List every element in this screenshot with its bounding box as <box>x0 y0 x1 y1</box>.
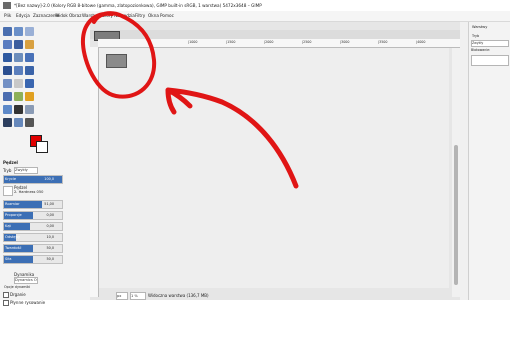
title-bar: *[Bez nazwy]-2.0 (Kolory RGB 8-bitowe (g… <box>0 0 510 11</box>
ruler-tick: |3500 <box>378 40 388 44</box>
ruler-tick: |2500 <box>302 40 312 44</box>
zoom-tool-icon[interactable] <box>25 118 34 127</box>
paths-tool-icon[interactable] <box>14 79 23 88</box>
text-tool-icon[interactable] <box>3 79 12 88</box>
brush-slider[interactable]: Rozmiar 51,00 <box>3 200 63 209</box>
brush-slider-label: Siła <box>5 257 12 261</box>
smooth-stroke-checkbox[interactable] <box>3 300 9 306</box>
brush-slider-value: 10,0 <box>46 235 54 239</box>
brush-slider[interactable]: Kąt 0,00 <box>3 222 63 231</box>
dynamics-select[interactable]: Dynamics Off <box>14 277 38 284</box>
brush-slider-label: Proporcje <box>5 213 22 217</box>
horizontal-ruler: |1000 |1500 |2000 |2500 |3000 |3500 |400… <box>98 39 460 48</box>
layer-mode-label: Tryb <box>472 34 480 38</box>
crop-tool-icon[interactable] <box>25 40 34 49</box>
perspective-tool-icon[interactable] <box>25 53 34 62</box>
gradient-tool-icon[interactable] <box>14 92 23 101</box>
free-select-icon[interactable] <box>3 40 12 49</box>
image-tab-bar <box>90 30 460 41</box>
brush-slider-value: 51,00 <box>44 202 54 206</box>
color-picker-icon[interactable] <box>14 118 23 127</box>
paintbrush-tool-icon[interactable] <box>25 79 34 88</box>
dynamics-options-expander[interactable]: Opcje dynamiki <box>4 285 30 289</box>
mode-label: Tryb <box>3 168 12 173</box>
ruler-tick: |3000 <box>340 40 350 44</box>
brush-slider[interactable]: Twardość 50,0 <box>3 244 63 253</box>
status-message: Widoczna warstwa (136,7 MB) <box>148 293 209 298</box>
brush-slider-value: 0,00 <box>46 224 54 228</box>
right-dock: Warstwy Tryb Zwykły Blokowanie: <box>468 22 510 300</box>
menu-image[interactable]: Obraz <box>69 13 81 18</box>
brush-slider-label: Kąt <box>5 224 11 228</box>
brush-slider-label: Rozmiar <box>5 202 20 206</box>
lock-label: Blokowanie: <box>471 48 491 52</box>
brush-slider-value: 0,00 <box>46 213 54 217</box>
brush-slider-label: Odstępy <box>5 235 21 239</box>
opacity-value: 100,0 <box>44 177 54 181</box>
zoom-select[interactable]: 1 % <box>130 292 146 300</box>
layer-row[interactable] <box>471 55 509 66</box>
brush-slider-label: Twardość <box>5 246 22 250</box>
text-a-icon[interactable] <box>3 118 12 127</box>
move-tool-icon[interactable] <box>3 27 12 36</box>
brush-slider-value: 50,0 <box>46 246 54 250</box>
smooth-stroke-label: Płynne rysowanie <box>10 300 46 305</box>
align-tool-icon[interactable] <box>14 27 23 36</box>
menu-filters[interactable]: Filtry <box>135 13 145 18</box>
ruler-tick: |4000 <box>416 40 426 44</box>
menu-colors[interactable]: Kolory <box>100 13 113 18</box>
bucket-fill-icon[interactable] <box>3 92 12 101</box>
vertical-scrollbar-thumb[interactable] <box>454 145 458 285</box>
rect-select-icon[interactable] <box>25 27 34 36</box>
menu-view[interactable]: Widok <box>55 13 68 18</box>
ruler-tick: |1000 <box>188 40 198 44</box>
warp-tool-icon[interactable] <box>14 53 23 62</box>
status-bar: px 1 % Widoczna warstwa (136,7 MB) <box>116 292 376 300</box>
brush-slider[interactable]: Odstępy 10,0 <box>3 233 63 242</box>
vertical-ruler <box>90 47 99 297</box>
brush-name: 2. Hardness 050 <box>14 190 44 194</box>
opacity-slider[interactable]: Krycie 100,0 <box>3 175 63 184</box>
opacity-label: Krycie <box>5 177 17 181</box>
brush-slider[interactable]: Siła 50,0 <box>3 255 63 264</box>
brush-slider-value: 50,0 <box>46 257 54 261</box>
cage-tool-icon[interactable] <box>14 66 23 75</box>
unified-transform-icon[interactable] <box>25 66 34 75</box>
gimp-app-icon <box>3 2 11 9</box>
menu-tools[interactable]: Narzędzia <box>114 13 135 18</box>
ruler-tick: |1500 <box>226 40 236 44</box>
menu-edit[interactable]: Edycja <box>16 13 30 18</box>
flip-tool-icon[interactable] <box>3 66 12 75</box>
fuzzy-select-icon[interactable] <box>14 40 23 49</box>
layers-tab[interactable]: Warstwy <box>472 25 487 29</box>
vertical-scrollbar[interactable] <box>452 48 460 297</box>
background-color-swatch[interactable] <box>36 141 48 153</box>
canvas-area[interactable] <box>99 48 449 288</box>
window-title: *[Bez nazwy]-2.0 (Kolory RGB 8-bitowe (g… <box>14 3 262 8</box>
heal-tool-icon[interactable] <box>25 92 34 101</box>
dodge-tool-icon[interactable] <box>25 105 34 114</box>
smudge-tool-icon[interactable] <box>14 105 23 114</box>
menu-file[interactable]: Plik <box>4 13 11 18</box>
ruler-tick: |2000 <box>264 40 274 44</box>
menu-bar: Plik Edycja Zaznaczenie Widok Obraz Wars… <box>0 11 510 22</box>
tool-options-title: Pędzel <box>3 160 18 165</box>
jitter-checkbox[interactable] <box>3 292 9 298</box>
left-dock: Pędzel Tryb Zwykły Krycie 100,0 Pędzel 2… <box>0 22 91 306</box>
menu-layer[interactable]: Warstwa <box>82 13 100 18</box>
transform-tool-icon[interactable] <box>3 53 12 62</box>
image-window: |1000 |1500 |2000 |2500 |3000 |3500 |400… <box>90 22 460 300</box>
layer-mode-select[interactable]: Zwykły <box>471 40 509 47</box>
menu-windows[interactable]: Okna <box>148 13 159 18</box>
jitter-label: Drganie <box>10 292 26 297</box>
brush-slider[interactable]: Proporcje 0,00 <box>3 211 63 220</box>
clone-tool-icon[interactable] <box>3 105 12 114</box>
brush-preview[interactable] <box>3 186 13 196</box>
menu-help[interactable]: Pomoc <box>160 13 174 18</box>
image-layer-preview[interactable] <box>106 54 127 68</box>
mode-select[interactable]: Zwykły <box>14 167 38 174</box>
gimp-window: *[Bez nazwy]-2.0 (Kolory RGB 8-bitowe (g… <box>0 0 510 306</box>
unit-select[interactable]: px <box>116 292 128 300</box>
